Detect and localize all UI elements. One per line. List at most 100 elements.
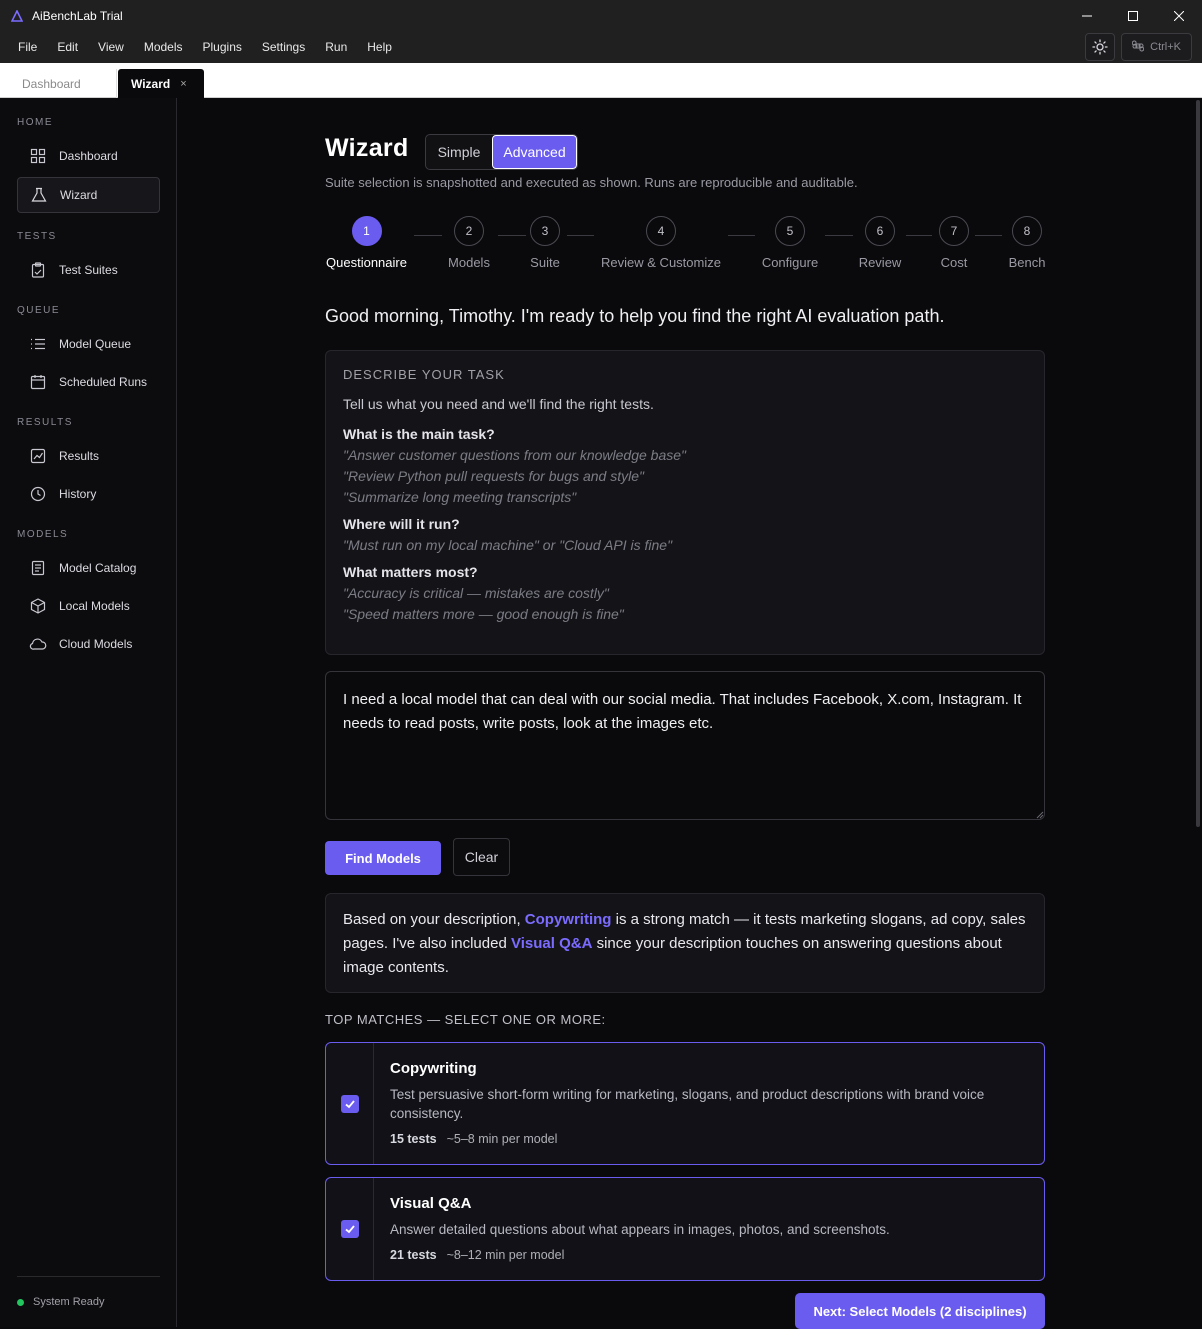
example-text: "Accuracy is critical — mistakes are cos… (343, 585, 609, 601)
clear-button[interactable]: Clear (453, 838, 510, 876)
task-description-input[interactable]: I need a local model that can deal with … (325, 671, 1045, 820)
sidebar-item-cloud-models[interactable]: Cloud Models (17, 626, 160, 662)
step-connector (825, 235, 853, 236)
menu-models[interactable]: Models (134, 40, 193, 54)
sidebar-item-test-suites[interactable]: Test Suites (17, 252, 160, 288)
maximize-button[interactable] (1110, 0, 1156, 31)
menu-plugins[interactable]: Plugins (193, 40, 252, 54)
match-test-count: 15 tests (390, 1132, 437, 1146)
menu-file[interactable]: File (8, 40, 47, 54)
status-dot-icon (17, 1298, 24, 1306)
sidebar-item-history[interactable]: History (17, 476, 160, 512)
step-label: Review & Customize (601, 255, 721, 270)
sidebar-item-local-models[interactable]: Local Models (17, 588, 160, 624)
flask-icon (30, 186, 48, 204)
menu-view[interactable]: View (88, 40, 134, 54)
step-models[interactable]: 2 Models (439, 216, 499, 270)
page-title: Wizard (325, 134, 409, 162)
page-subtitle: Suite selection is snapshotted and execu… (325, 175, 858, 190)
step-configure[interactable]: 5 Configure (757, 216, 823, 270)
greeting: Good morning, Timothy. I'm ready to help… (325, 306, 945, 326)
match-duration: ~8–12 min per model (446, 1248, 565, 1262)
match-checkbox[interactable] (340, 1220, 359, 1238)
step-number: 8 (1012, 216, 1042, 246)
tab-wizard[interactable]: Wizard × (118, 69, 204, 98)
menu-run[interactable]: Run (315, 40, 357, 54)
tab-close-icon[interactable]: × (180, 78, 186, 90)
match-checkbox[interactable] (340, 1094, 359, 1113)
step-review-customize[interactable]: 4 Review & Customize (599, 216, 723, 270)
step-label: Models (448, 255, 490, 270)
app-logo-icon (10, 9, 24, 23)
match-link-visual-qa[interactable]: Visual Q&A (511, 935, 592, 952)
step-number: 7 (939, 216, 969, 246)
step-connector (975, 235, 1002, 236)
checkbox-column (326, 1178, 374, 1280)
step-label: Configure (761, 255, 819, 270)
step-review[interactable]: 6 Review (855, 216, 905, 270)
mode-simple-button[interactable]: Simple (426, 135, 492, 169)
step-label: Questionnaire (326, 255, 407, 270)
menu-bar: File Edit View Models Plugins Settings R… (0, 31, 1202, 63)
mode-toggle: Simple Advanced (425, 134, 578, 170)
step-bench[interactable]: 8 Bench (1005, 216, 1049, 270)
match-card-visual-qa[interactable]: Visual Q&A Answer detailed questions abo… (325, 1177, 1045, 1281)
card-heading: DESCRIBE YOUR TASK (343, 367, 505, 382)
match-card-copywriting[interactable]: Copywriting Test persuasive short-form w… (325, 1042, 1045, 1165)
theme-toggle-button[interactable] (1085, 33, 1116, 61)
tab-bar: Dashboard Wizard × (0, 63, 1202, 98)
sidebar-item-model-queue[interactable]: Model Queue (17, 326, 160, 362)
question-main-task: What is the main task? (343, 426, 495, 442)
clock-icon (29, 485, 47, 503)
scrollbar[interactable] (1196, 100, 1200, 827)
section-home: HOME (17, 117, 53, 128)
close-window-button[interactable] (1156, 0, 1202, 31)
step-label: Bench (1008, 255, 1046, 270)
section-tests: TESTS (17, 231, 57, 242)
sidebar-item-label: Model Catalog (59, 561, 137, 575)
mode-advanced-button[interactable]: Advanced (492, 135, 577, 169)
card-intro: Tell us what you need and we'll find the… (343, 396, 654, 412)
cloud-icon (29, 635, 47, 653)
step-label: Cost (940, 255, 968, 270)
close-icon (1174, 10, 1184, 21)
grid-icon (29, 147, 47, 165)
command-key-icon (1131, 40, 1145, 55)
tab-dashboard[interactable]: Dashboard (0, 69, 117, 98)
match-link-copywriting[interactable]: Copywriting (525, 911, 612, 928)
question-where-run: Where will it run? (343, 516, 460, 532)
minimize-button[interactable] (1064, 0, 1110, 31)
step-questionnaire[interactable]: 1 Questionnaire (325, 216, 408, 270)
match-test-count: 21 tests (390, 1248, 437, 1262)
step-number: 4 (646, 216, 676, 246)
step-connector (906, 235, 932, 236)
sidebar-item-dashboard[interactable]: Dashboard (17, 138, 160, 174)
cube-icon (29, 597, 47, 615)
sidebar-item-scheduled-runs[interactable]: Scheduled Runs (17, 364, 160, 400)
sidebar-item-label: Model Queue (59, 337, 132, 351)
menu-edit[interactable]: Edit (47, 40, 88, 54)
menu-help[interactable]: Help (357, 40, 402, 54)
match-description: Answer detailed questions about what app… (390, 1222, 890, 1237)
example-text: "Summarize long meeting transcripts" (343, 489, 577, 505)
sidebar-item-results[interactable]: Results (17, 438, 160, 474)
sidebar-item-wizard[interactable]: Wizard (17, 177, 160, 213)
checkbox-column (326, 1043, 374, 1164)
chart-icon (29, 447, 47, 465)
find-models-button[interactable]: Find Models (325, 841, 441, 875)
menu-settings[interactable]: Settings (252, 40, 315, 54)
match-meta: 15 tests ~5–8 min per model (390, 1132, 1024, 1146)
next-select-models-button[interactable]: Next: Select Models (2 disciplines) (795, 1293, 1045, 1329)
sidebar-divider (17, 1276, 160, 1277)
command-palette-button[interactable]: Ctrl+K (1121, 33, 1192, 61)
example-text: "Review Python pull requests for bugs an… (343, 468, 644, 484)
resize-handle-icon[interactable] (1036, 811, 1044, 819)
step-number: 5 (775, 216, 805, 246)
step-suite[interactable]: 3 Suite (515, 216, 575, 270)
sidebar-item-model-catalog[interactable]: Model Catalog (17, 550, 160, 586)
list-icon (29, 335, 47, 353)
tab-wizard-label: Wizard (131, 76, 171, 91)
step-cost[interactable]: 7 Cost (934, 216, 974, 270)
question-what-matters: What matters most? (343, 564, 478, 580)
maximize-icon (1128, 10, 1138, 21)
